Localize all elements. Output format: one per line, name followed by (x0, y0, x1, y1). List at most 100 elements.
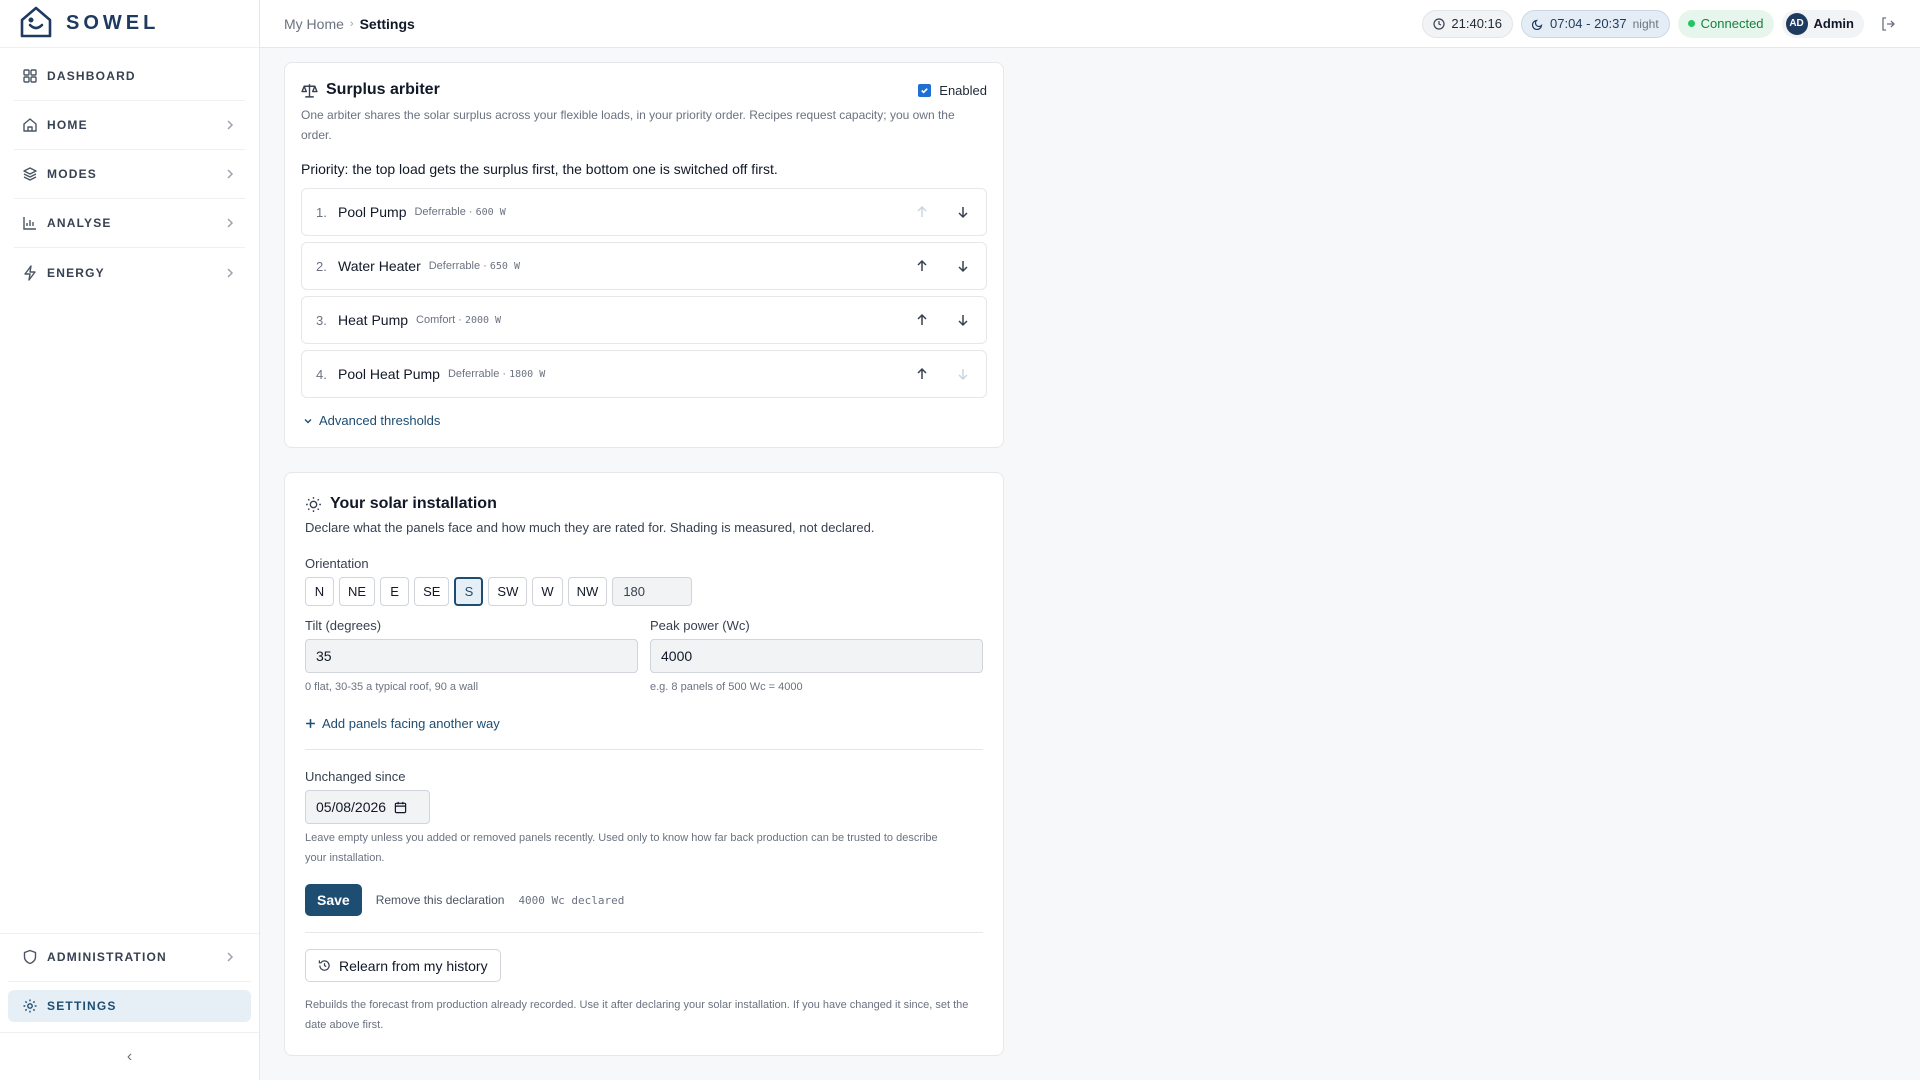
load-meta: Deferrable · 650 W (429, 260, 520, 272)
advanced-thresholds-toggle[interactable]: Advanced thresholds (303, 413, 440, 428)
clock-icon (1433, 17, 1445, 30)
sidebar-item-analyse[interactable]: ANALYSE (14, 199, 245, 248)
orientation-selector: N NE E SE S SW W NW 180 (305, 577, 693, 606)
unchanged-since-date-input[interactable]: 05/08/2026 (305, 790, 430, 824)
sidebar-item-label: ADMINISTRATION (47, 950, 167, 964)
chevron-down-icon (304, 418, 312, 423)
orientation-button-ne[interactable]: NE (339, 577, 376, 606)
priority-text: Priority: the top load gets the surplus … (301, 161, 778, 177)
load-power: 650 W (489, 261, 520, 272)
orientation-button-w[interactable]: W (532, 577, 563, 606)
arrow-down-icon[interactable] (953, 257, 972, 276)
card-header: Surplus arbiter Enabled (301, 79, 987, 101)
orientation-label: Orientation (305, 556, 369, 571)
bolt-icon (22, 264, 38, 281)
relearn-label: Relearn from my history (339, 957, 488, 974)
logout-icon[interactable] (1880, 16, 1896, 32)
sidebar-item-modes[interactable]: MODES (14, 150, 245, 199)
remove-declaration-button[interactable]: Remove this declaration (376, 893, 505, 907)
sun-phase: night (1632, 16, 1659, 31)
peak-power-label: Peak power (Wc) (650, 618, 750, 633)
load-name: Pool Heat Pump (338, 366, 440, 382)
add-panels-button[interactable]: Add panels facing another way (305, 716, 500, 731)
connection-badge: Connected (1677, 9, 1774, 38)
sun-times: 07:04 - 20:37 (1550, 16, 1627, 31)
status-area: 21:40:16 07:04 - 20:37 night Connected A… (1422, 9, 1896, 38)
tilt-label: Tilt (degrees) (305, 618, 382, 633)
sidebar-item-label: ENERGY (47, 265, 105, 280)
arrow-down-icon[interactable] (953, 311, 972, 330)
sidebar-item-dashboard[interactable]: DASHBOARD (14, 52, 245, 101)
bar-chart-icon (22, 215, 38, 231)
chevron-right-icon (227, 267, 234, 278)
tilt-input[interactable]: 35 (305, 639, 638, 673)
load-kind: Deferrable · (414, 206, 473, 218)
main-nav: DASHBOARD HOME MODES ANALYSE ENERGY (14, 52, 245, 297)
load-meta: Comfort · 2000 W (416, 314, 501, 326)
user-menu[interactable]: AD Admin (1781, 9, 1864, 38)
priority-number: 4. (316, 366, 327, 382)
add-panels-label: Add panels facing another way (322, 716, 500, 731)
divider (305, 749, 983, 750)
orientation-button-nw[interactable]: NW (567, 577, 608, 606)
top-bar: My Home › Settings 21:40:16 07:04 - 20:3… (260, 0, 1920, 48)
user-name: Admin (1813, 16, 1854, 31)
clock-time: 21:40:16 (1451, 16, 1502, 31)
arrow-up-icon[interactable] (912, 257, 931, 276)
shield-icon (22, 949, 38, 965)
arrow-up-icon[interactable] (912, 203, 931, 222)
list-item: 2. Water Heater Deferrable · 650 W (301, 242, 987, 290)
load-name: Heat Pump (338, 312, 409, 328)
declared-status: 4000 Wc declared (518, 893, 625, 907)
relearn-button[interactable]: Relearn from my history (305, 949, 501, 982)
arrow-down-icon[interactable] (953, 365, 972, 384)
sidebar-item-settings[interactable]: SETTINGS (8, 990, 251, 1022)
peak-power-input[interactable]: 4000 (650, 639, 983, 673)
chevron-right-icon (227, 169, 234, 179)
sidebar-item-administration[interactable]: ADMINISTRATION (8, 933, 251, 982)
load-power: 600 W (475, 207, 506, 218)
enabled-label: Enabled (939, 82, 987, 98)
sun-icon (306, 496, 321, 512)
chevron-right-icon (227, 218, 234, 228)
surplus-arbiter-card: Surplus arbiter Enabled One arbiter shar… (284, 62, 1004, 448)
avatar: AD (1785, 12, 1808, 35)
save-button[interactable]: Save (305, 884, 362, 916)
card-header: Your solar installation (305, 493, 983, 515)
load-meta: Deferrable · 600 W (414, 206, 505, 218)
breadcrumb: My Home › Settings (284, 16, 415, 32)
sidebar-item-energy[interactable]: ENERGY (14, 248, 245, 297)
logo[interactable]: SOWEL (0, 0, 259, 48)
list-item: 4. Pool Heat Pump Deferrable · 1800 W (301, 350, 987, 398)
house-icon (22, 117, 38, 133)
relearn-hint: Rebuilds the forecast from production al… (305, 999, 969, 1031)
gear-icon (22, 998, 38, 1014)
orientation-button-se[interactable]: SE (414, 577, 450, 606)
load-name: Pool Pump (338, 204, 407, 220)
sun-times-badge[interactable]: 07:04 - 20:37 night (1521, 9, 1670, 38)
card-description: Declare what the panels face and how muc… (305, 520, 875, 535)
checkbox-checked-icon (918, 83, 932, 97)
sidebar: SOWEL DASHBOARD HOME MODES ANALYSE ENERG… (0, 0, 260, 1080)
load-power: 1800 W (509, 369, 546, 380)
sidebar-item-home[interactable]: HOME (14, 101, 245, 150)
orientation-button-sw[interactable]: SW (488, 577, 528, 606)
card-title: Your solar installation (330, 495, 497, 512)
arrow-up-icon[interactable] (912, 311, 931, 330)
status-dot-icon (1687, 20, 1695, 27)
arrow-up-icon[interactable] (912, 365, 931, 384)
load-kind: Deferrable · (428, 260, 487, 272)
enabled-checkbox[interactable]: Enabled (918, 83, 987, 98)
list-item: 1. Pool Pump Deferrable · 600 W (301, 188, 987, 236)
divider (305, 932, 983, 933)
orientation-button-s[interactable]: S (454, 577, 484, 606)
arrow-down-icon[interactable] (953, 203, 972, 222)
collapse-sidebar-button[interactable]: ‹ (0, 1032, 259, 1080)
orientation-button-e[interactable]: E (380, 577, 410, 606)
unchanged-since-hint: Leave empty unless you added or removed … (305, 832, 938, 864)
moon-icon (1532, 19, 1543, 30)
orientation-button-n[interactable]: N (305, 577, 334, 606)
breadcrumb-home[interactable]: My Home (284, 16, 344, 32)
azimuth-input[interactable]: 180 (612, 577, 693, 606)
tilt-hint: 0 flat, 30-35 a typical roof, 90 a wall (305, 681, 479, 693)
